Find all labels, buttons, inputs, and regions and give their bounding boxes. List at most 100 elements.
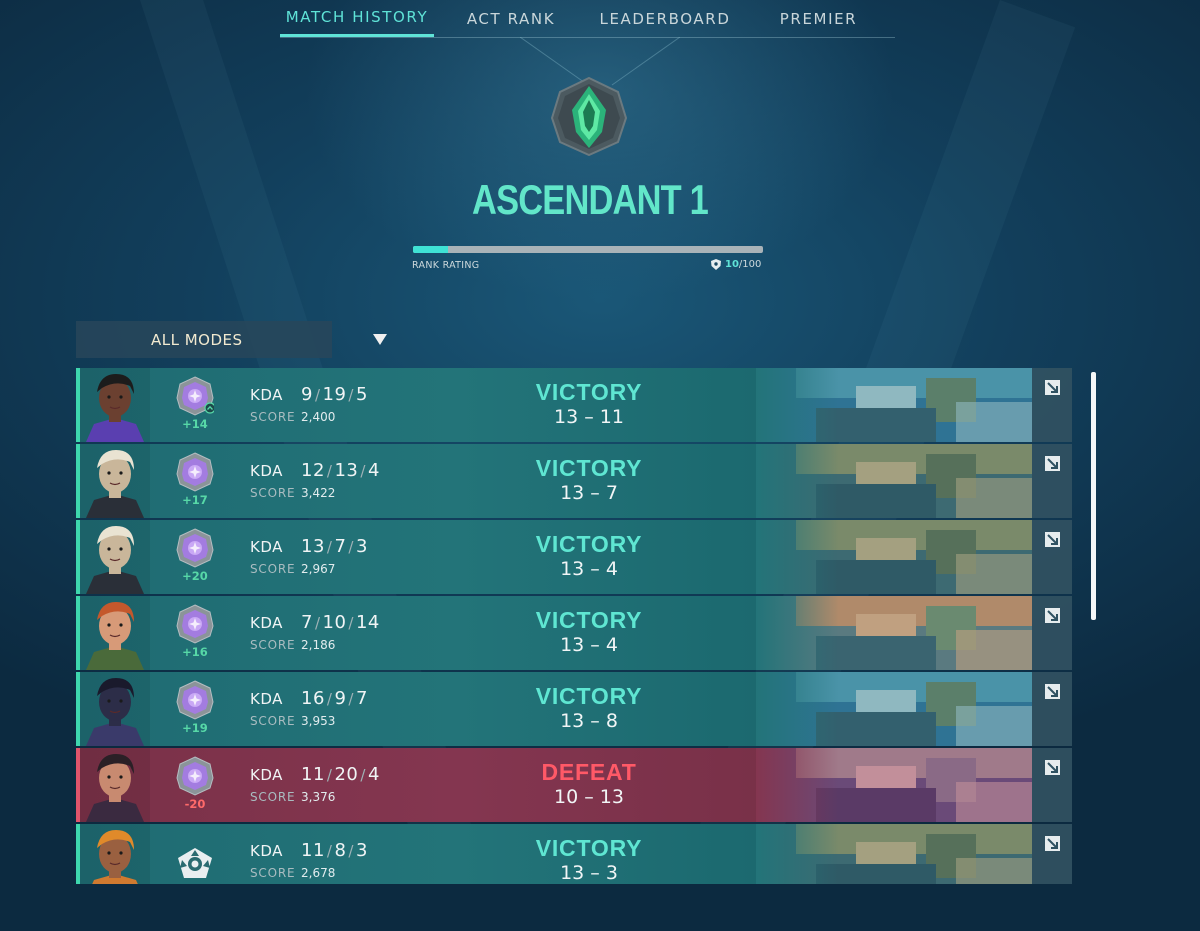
score-label: SCORE bbox=[250, 714, 296, 728]
match-details-button[interactable] bbox=[1032, 824, 1072, 884]
kda-label: KDA bbox=[250, 766, 283, 784]
agent-portrait-icon bbox=[80, 824, 150, 884]
match-score: 13 – 3 bbox=[489, 862, 689, 884]
kda-value: 11/8/3 bbox=[301, 840, 368, 861]
assists: 4 bbox=[367, 764, 380, 785]
rank-rating-label: RANK RATING bbox=[412, 260, 480, 271]
enemy-rounds: 8 bbox=[605, 710, 618, 732]
agent-portrait-icon bbox=[80, 672, 150, 746]
match-score: 13 – 11 bbox=[489, 406, 689, 428]
tab-match-history[interactable]: MATCH HISTORY bbox=[280, 0, 434, 37]
enemy-rounds: 7 bbox=[605, 482, 618, 504]
match-row[interactable]: +14 KDA 9/19/5 SCORE 2,400 VICTORY 13 – … bbox=[76, 368, 1072, 442]
score-value: 3,422 bbox=[301, 486, 336, 500]
match-row[interactable]: +20 KDA 13/7/3 SCORE 2,967 VICTORY 13 – … bbox=[76, 520, 1072, 594]
kda-label: KDA bbox=[250, 538, 283, 556]
rank-rating-value: 10/100 bbox=[711, 259, 761, 270]
assists: 5 bbox=[355, 384, 368, 405]
score-dash: – bbox=[590, 558, 600, 580]
team-rounds: 13 bbox=[560, 710, 585, 732]
rr-change: -20 bbox=[184, 797, 206, 811]
score-value: 2,967 bbox=[301, 562, 336, 576]
deaths: 19 bbox=[322, 384, 347, 405]
tab-act-rank[interactable]: ACT RANK bbox=[434, 0, 588, 37]
deaths: 8 bbox=[334, 840, 347, 861]
map-thumbnail bbox=[756, 824, 1032, 884]
kills: 16 bbox=[301, 688, 325, 709]
match-details-button[interactable] bbox=[1032, 748, 1072, 822]
match-details-button[interactable] bbox=[1032, 444, 1072, 518]
team-rounds: 10 bbox=[554, 786, 579, 808]
rank-rating-bar bbox=[413, 246, 763, 253]
match-details-button[interactable] bbox=[1032, 672, 1072, 746]
match-row[interactable]: -20 KDA 11/20/4 SCORE 3,376 DEFEAT 10 – … bbox=[76, 748, 1072, 822]
rank-title: ASCENDANT 1 bbox=[472, 176, 709, 223]
score-dash: – bbox=[590, 710, 600, 732]
match-result: VICTORY bbox=[535, 607, 643, 633]
agent-portrait-icon bbox=[80, 368, 150, 442]
score-value: 3,376 bbox=[301, 790, 336, 804]
expand-arrow-icon bbox=[1045, 836, 1060, 851]
rr-change: +17 bbox=[182, 493, 208, 507]
kda-value: 12/13/4 bbox=[301, 460, 380, 481]
score-value: 3,953 bbox=[301, 714, 336, 728]
kda-label: KDA bbox=[250, 690, 283, 708]
deaths: 10 bbox=[322, 612, 347, 633]
map-thumbnail bbox=[756, 444, 1032, 518]
scrollbar[interactable] bbox=[1091, 372, 1096, 620]
match-list: +14 KDA 9/19/5 SCORE 2,400 VICTORY 13 – … bbox=[76, 368, 1072, 884]
kills: 13 bbox=[301, 536, 325, 557]
match-row[interactable]: +19 KDA 16/9/7 SCORE 3,953 VICTORY 13 – … bbox=[76, 672, 1072, 746]
deaths: 20 bbox=[334, 764, 359, 785]
match-details-button[interactable] bbox=[1032, 368, 1072, 442]
rr-change: +19 bbox=[182, 721, 208, 735]
ascendant-emblem-icon bbox=[550, 76, 628, 156]
rank-rating-current: 10 bbox=[725, 259, 739, 270]
team-rounds: 13 bbox=[560, 634, 585, 656]
match-score: 13 – 4 bbox=[489, 558, 689, 580]
enemy-rounds: 4 bbox=[605, 634, 618, 656]
kills: 11 bbox=[301, 764, 325, 785]
match-score: 13 – 4 bbox=[489, 634, 689, 656]
score-value: 2,186 bbox=[301, 638, 336, 652]
score-dash: – bbox=[584, 406, 594, 428]
rr-change: +20 bbox=[182, 569, 208, 583]
kda-value: 9/19/5 bbox=[301, 384, 368, 405]
tab-premier[interactable]: PREMIER bbox=[742, 0, 895, 37]
ascendant-rank-icon bbox=[176, 452, 214, 492]
map-thumbnail bbox=[756, 672, 1032, 746]
match-row[interactable]: +17 KDA 12/13/4 SCORE 3,422 VICTORY 13 –… bbox=[76, 444, 1072, 518]
match-result: VICTORY bbox=[535, 683, 643, 709]
map-thumbnail bbox=[756, 596, 1032, 670]
match-details-button[interactable] bbox=[1032, 520, 1072, 594]
enemy-rounds: 3 bbox=[605, 862, 618, 884]
score-value: 2,678 bbox=[301, 866, 336, 880]
enemy-rounds: 4 bbox=[605, 558, 618, 580]
score-label: SCORE bbox=[250, 410, 296, 424]
deaths: 9 bbox=[334, 688, 347, 709]
rr-change: +16 bbox=[182, 645, 208, 659]
match-row[interactable]: KDA 11/8/3 SCORE 2,678 VICTORY 13 – 3 bbox=[76, 824, 1072, 884]
match-result: VICTORY bbox=[535, 531, 643, 557]
score-dash: – bbox=[590, 482, 600, 504]
map-thumbnail bbox=[756, 520, 1032, 594]
expand-arrow-icon bbox=[1045, 380, 1060, 395]
match-details-button[interactable] bbox=[1032, 596, 1072, 670]
unrated-mode-icon bbox=[178, 848, 212, 878]
mode-filter-dropdown[interactable]: ALL MODES bbox=[76, 321, 387, 358]
match-result: DEFEAT bbox=[541, 759, 637, 785]
match-result: VICTORY bbox=[535, 379, 643, 405]
tab-leaderboard[interactable]: LEADERBOARD bbox=[588, 0, 742, 37]
kda-label: KDA bbox=[250, 614, 283, 632]
score-label: SCORE bbox=[250, 790, 296, 804]
kda-value: 16/9/7 bbox=[301, 688, 368, 709]
team-rounds: 13 bbox=[560, 558, 585, 580]
score-dash: – bbox=[584, 786, 594, 808]
assists: 3 bbox=[355, 840, 368, 861]
match-row[interactable]: +16 KDA 7/10/14 SCORE 2,186 VICTORY 13 –… bbox=[76, 596, 1072, 670]
expand-arrow-icon bbox=[1045, 532, 1060, 547]
tab-bar: MATCH HISTORY ACT RANK LEADERBOARD PREMI… bbox=[280, 0, 895, 38]
ascendant-rank-icon bbox=[176, 528, 214, 568]
enemy-rounds: 13 bbox=[599, 786, 624, 808]
score-dash: – bbox=[590, 862, 600, 884]
